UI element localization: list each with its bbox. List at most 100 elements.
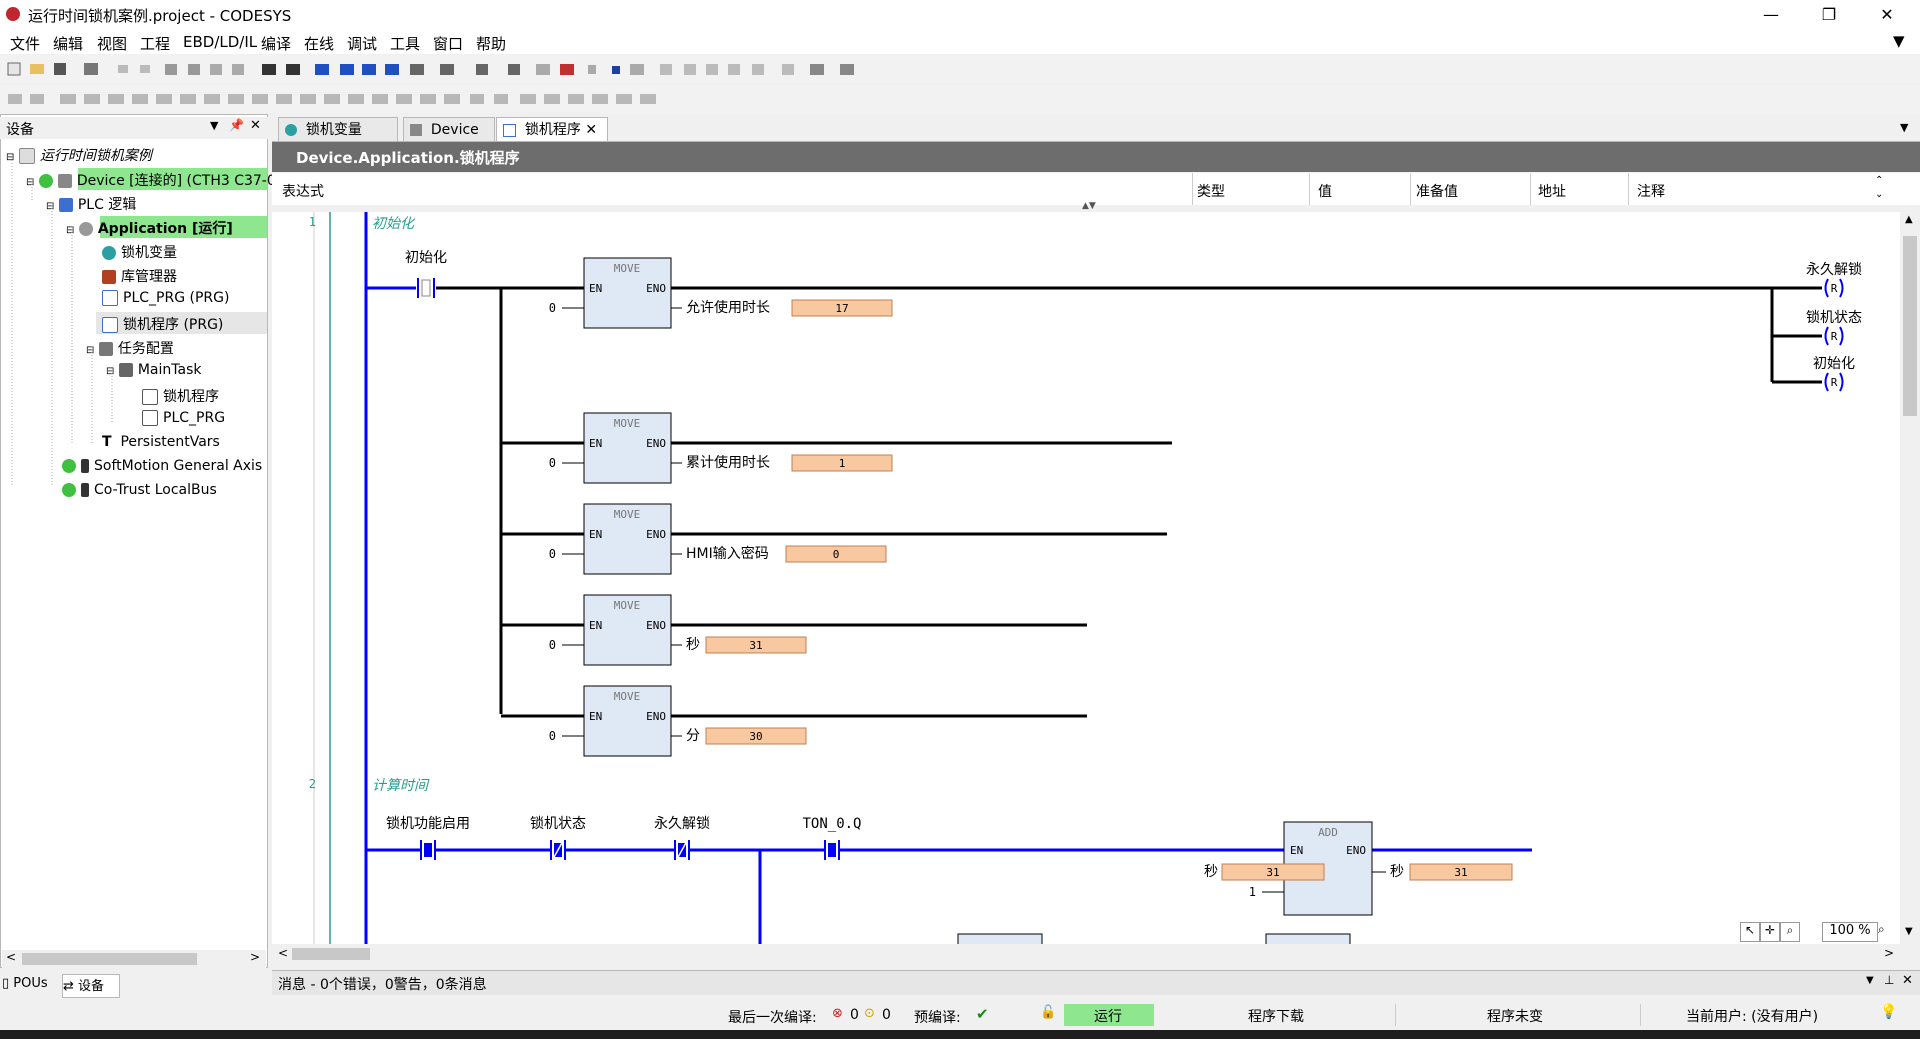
zoom-level[interactable]: 100 % [1822, 922, 1878, 942]
restore-button[interactable]: ❐ [1806, 3, 1852, 27]
coil-label: 锁机状态 [1806, 310, 1862, 326]
close-button[interactable]: ✕ [1864, 3, 1910, 27]
add-title: ADD [1318, 826, 1338, 839]
move-block-2[interactable]: MOVE EN ENO 0 累计使用时长 1 [501, 412, 1172, 484]
last-compile-label: 最后一次编译: [728, 1010, 817, 1026]
vscroll-thumb[interactable] [1903, 236, 1917, 416]
menu-file[interactable]: 文件 [10, 33, 40, 54]
msg-pin-icon[interactable]: ⊥ [1884, 973, 1894, 987]
ladder-editor[interactable]: 1 2 初始化 计算时间 初始化 MOVE EN ENO 0 允许使用时长 17 MOVE E… [272, 212, 1900, 947]
tab-close-icon[interactable]: ✕ [585, 122, 597, 138]
tab-dropdown-icon[interactable]: ▼ [1900, 121, 1908, 134]
tab-label: Device [430, 122, 479, 138]
menu-build[interactable]: 编译 [261, 33, 291, 54]
message-bar[interactable]: 消息 - 0个错误，0警告，0条消息 ▼ ⊥ ✕ [272, 970, 1920, 995]
move-input: 0 [549, 456, 556, 470]
col-type: 类型 [1197, 184, 1225, 200]
zoom-icon[interactable]: ⌕ [1878, 922, 1896, 940]
move-input: 0 [549, 301, 556, 315]
warning-count: 0 [882, 1007, 891, 1023]
move-title: MOVE [614, 262, 641, 275]
coil-2[interactable]: 锁机状态 R [1806, 310, 1862, 346]
menu-edit[interactable]: 编辑 [53, 33, 83, 54]
contact-n2-label: 永久解锁 [654, 816, 710, 832]
taskbar-strip [0, 1030, 1920, 1039]
menu-window[interactable]: 窗口 [433, 33, 463, 54]
move-output-var: 秒 [686, 637, 700, 653]
move-title: MOVE [614, 508, 641, 521]
minimize-button[interactable]: — [1748, 3, 1794, 27]
devices-panel-header: 设备 ▼ 📌 ✕ [0, 117, 268, 139]
lock-icon[interactable]: 🔓 [1040, 1005, 1056, 1020]
path-bar: Device.Application.锁机程序 [272, 142, 1920, 172]
watch-scroll-arrows[interactable]: ⌃ ⌄ [1875, 174, 1883, 202]
coil-1[interactable]: 永久解锁 R [1806, 262, 1862, 298]
tab-devices[interactable]: ⇄ 设备 [62, 974, 120, 998]
tab-device[interactable]: Device [403, 117, 495, 141]
contact-n2-1[interactable]: 锁机功能启用 [386, 816, 470, 860]
left-hscroll-thumb[interactable] [22, 953, 197, 965]
msg-close-icon[interactable]: ✕ [1902, 973, 1913, 988]
menu-help[interactable]: 帮助 [476, 33, 506, 54]
menu-project[interactable]: 工程 [140, 33, 170, 54]
ladder-diagram[interactable]: 1 2 初始化 计算时间 初始化 MOVE EN ENO 0 允许使用时长 17 MOVE E… [272, 212, 1900, 947]
col-prepared: 准备值 [1416, 184, 1458, 200]
tab-lock-vars[interactable]: 锁机变量 [278, 117, 398, 141]
contact-n2-3[interactable]: 永久解锁 [654, 816, 710, 860]
toolbar-icons[interactable] [0, 55, 880, 83]
pou-icon [503, 123, 516, 137]
filter-icon[interactable]: ▼ [1893, 32, 1905, 50]
program-state: 程序未变 [1487, 1009, 1543, 1025]
splitter[interactable]: ▲▼ [272, 201, 1920, 212]
move-title: MOVE [614, 417, 641, 430]
watch-header [272, 173, 1920, 206]
move-block-3[interactable]: MOVE EN ENO 0 HMI输入密码 0 [501, 503, 1167, 575]
editor-vscroll[interactable]: ▲ ▼ [1900, 212, 1920, 944]
menu-fbd[interactable]: EBD/LD/IL [183, 33, 257, 51]
path-text: Device.Application.锁机程序 [296, 149, 520, 167]
menu-debug[interactable]: 调试 [347, 33, 377, 54]
contact-init[interactable] [417, 278, 435, 298]
pointer-tool-icon[interactable]: ↖ [1740, 922, 1760, 942]
move-block-4[interactable]: MOVE EN ENO 0 秒 31 [501, 594, 1087, 666]
menu-online[interactable]: 在线 [304, 33, 334, 54]
menu-tools[interactable]: 工具 [390, 33, 420, 54]
panel-close-icon[interactable]: ✕ [250, 118, 261, 133]
tab-pous[interactable]: ▯ POUs [2, 976, 58, 996]
contact-n2-4[interactable]: TON_0.Q [802, 816, 862, 860]
pin-icon[interactable]: 📌 [229, 118, 244, 132]
msg-dropdown-icon[interactable]: ▼ [1866, 975, 1874, 986]
col-address: 地址 [1538, 184, 1566, 200]
ladder-toolbar-icons[interactable] [0, 85, 680, 113]
hscroll-thumb[interactable] [292, 948, 370, 960]
move-block-5[interactable]: MOVE EN ENO 0 分 30 [501, 685, 1087, 757]
add-eno: ENO [1346, 844, 1366, 857]
move-block-1[interactable]: MOVE EN ENO 0 允许使用时长 17 [549, 257, 893, 329]
contact-n2-2[interactable]: 锁机状态 [530, 816, 586, 860]
coil-3[interactable]: 初始化 R [1813, 355, 1855, 392]
device-icon [410, 124, 422, 136]
dropdown-icon[interactable]: ▼ [210, 119, 218, 132]
warning-icon: ⊙ [864, 1006, 875, 1021]
add-out-label: 秒 [1390, 864, 1404, 880]
move-en: EN [589, 710, 602, 723]
tab-lock-program[interactable]: 锁机程序 ✕ [496, 117, 608, 141]
coil-reset-mark: R [1831, 282, 1838, 295]
move-output-var: 分 [686, 728, 700, 744]
network-comment-1: 初始化 [372, 216, 416, 232]
contact-n2-label: TON_0.Q [802, 816, 861, 832]
app-icon [6, 7, 20, 21]
left-hscroll[interactable]: < > [2, 950, 266, 968]
message-text: 消息 - 0个错误，0警告，0条消息 [278, 977, 487, 993]
pan-tool-icon[interactable]: ✛ [1760, 922, 1780, 942]
bulb-icon[interactable]: 💡 [1880, 1004, 1897, 1020]
move-title: MOVE [614, 599, 641, 612]
menu-view[interactable]: 视图 [97, 33, 127, 54]
move-en: EN [589, 619, 602, 632]
editor-hscroll[interactable]: < > [272, 944, 1920, 964]
network-number-1: 1 [309, 215, 316, 229]
check-icon: ✔ [976, 1005, 989, 1023]
toolbar-main [0, 55, 1920, 83]
zoom-tool-icon[interactable]: ⌕ [1780, 922, 1800, 942]
left-bottom-tabs: ▯ POUs ⇄ 设备 [0, 974, 268, 998]
